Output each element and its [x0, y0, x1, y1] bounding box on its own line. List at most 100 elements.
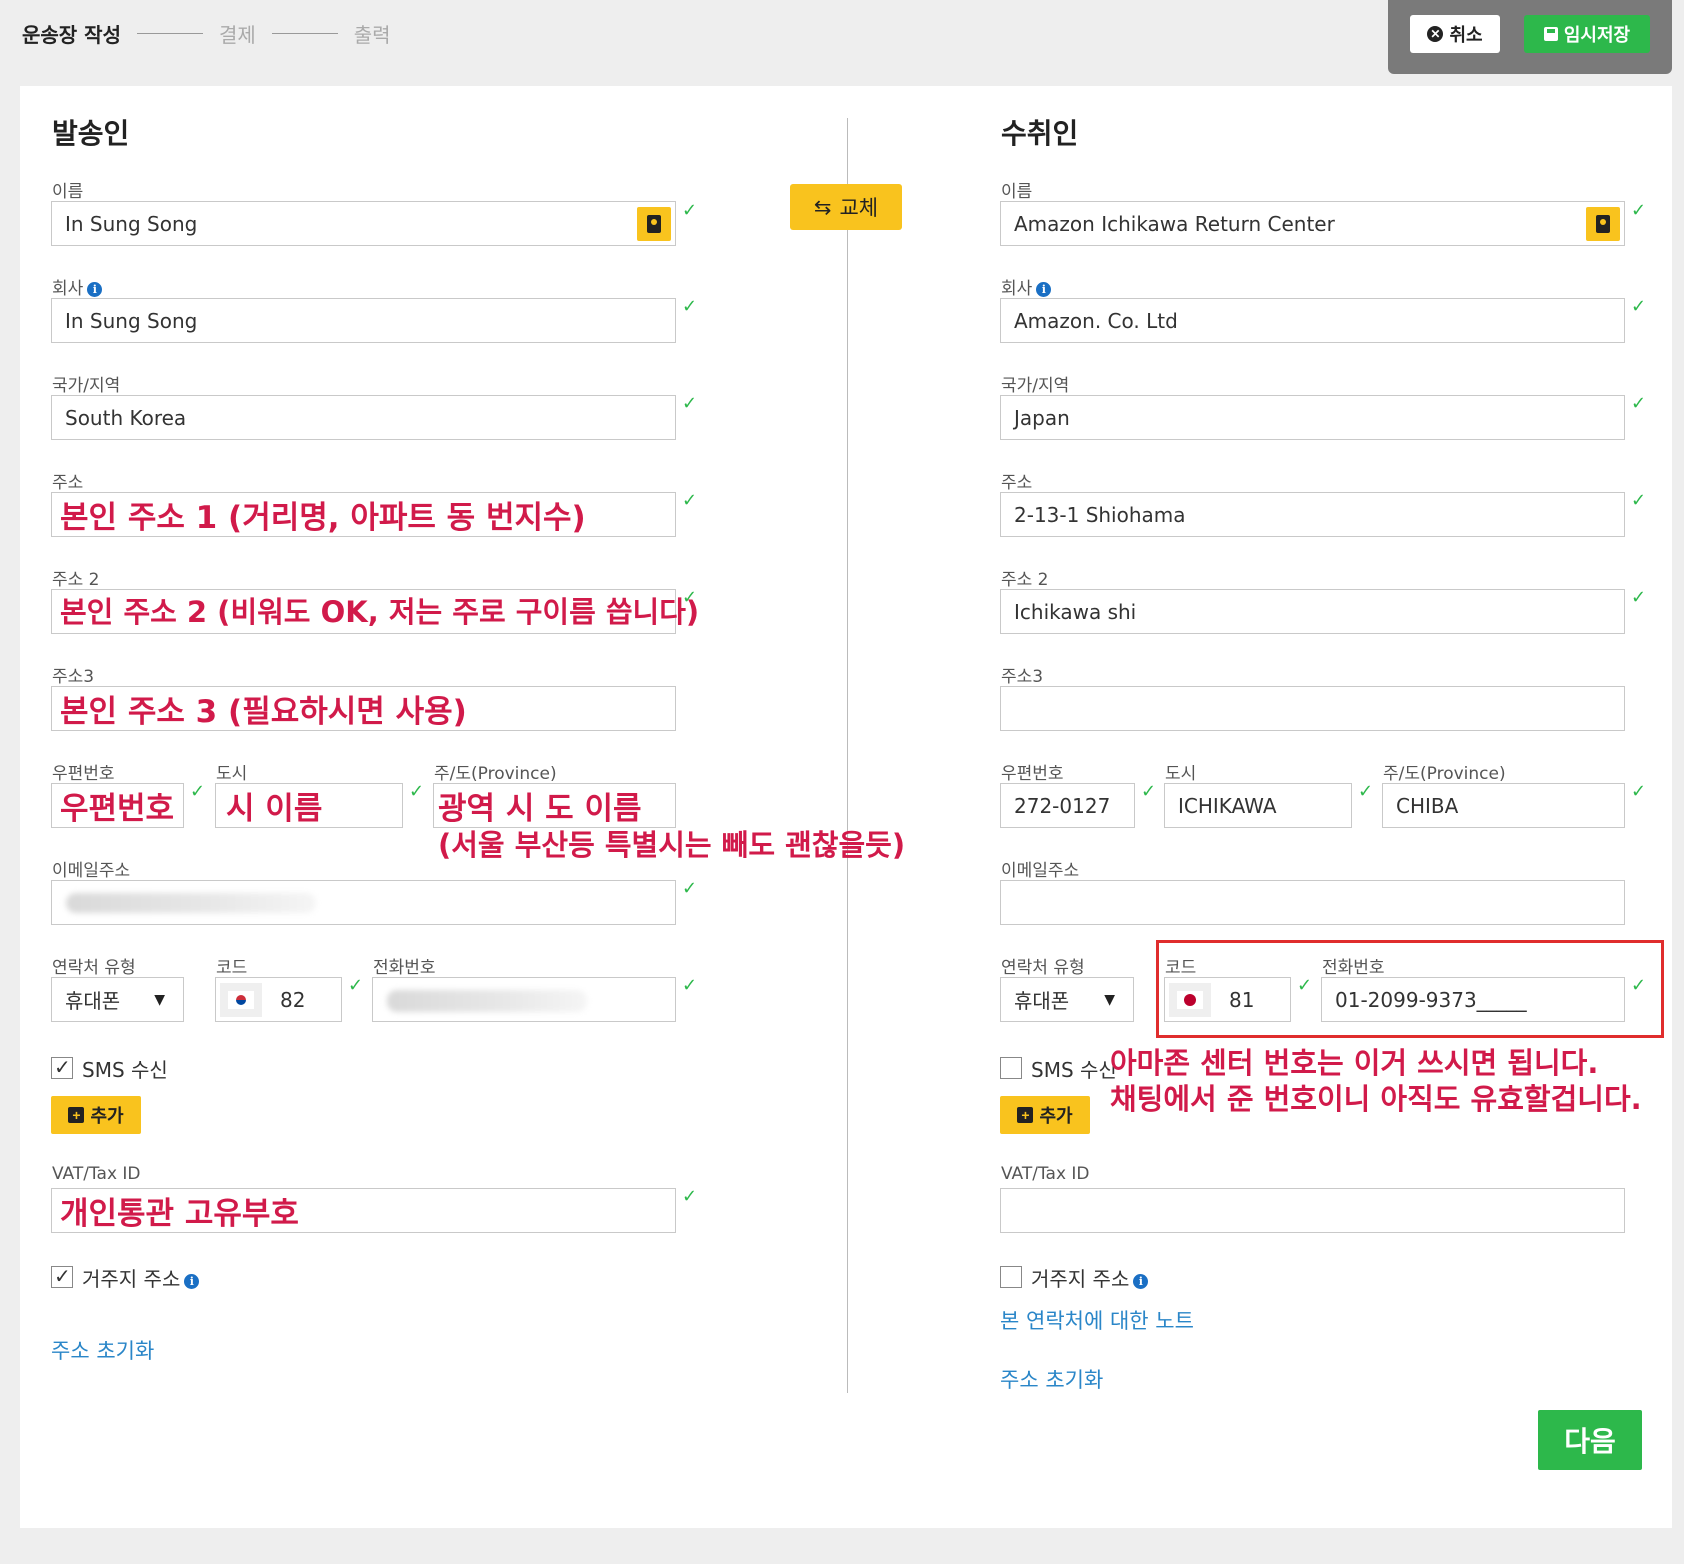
recipient-sms-checkbox[interactable] [1000, 1057, 1022, 1079]
sender-company-label: 회사 i [52, 274, 103, 299]
info-icon[interactable]: i [1133, 1273, 1149, 1289]
recipient-note-link[interactable]: 본 연락처에 대한 노트 [1000, 1305, 1194, 1335]
address-book-icon[interactable] [1586, 207, 1620, 241]
sender-contact-type-label: 연락처 유형 [52, 958, 136, 978]
recipient-postal-field[interactable]: 272-0127 [1000, 783, 1135, 828]
sender-code-label: 코드 [216, 958, 248, 978]
check-icon: ✓ [682, 296, 698, 317]
recipient-address2-field[interactable]: Ichikawa shi [1000, 589, 1625, 634]
sender-reset-link[interactable]: 주소 초기화 [51, 1335, 154, 1365]
recipient-address3-field[interactable] [1000, 686, 1625, 731]
sender-country-field[interactable]: South Korea [51, 395, 676, 440]
swap-button[interactable]: ⇆ 교체 [790, 184, 902, 230]
sender-vat-label: VAT/Tax ID [52, 1164, 141, 1184]
recipient-company-label: 회사 i [1001, 274, 1052, 299]
step-payment: 결제 [218, 22, 256, 47]
recipient-name-label: 이름 [1001, 182, 1033, 202]
sender-sms-checkbox[interactable] [51, 1055, 73, 1079]
recipient-company-field[interactable]: Amazon. Co. Ltd [1000, 298, 1625, 343]
highlight-box [1156, 940, 1664, 1038]
sender-title: 발송인 [52, 117, 130, 150]
annotation-province-note: (서울 부산등 특별시는 빼도 괜찮을듯) [438, 828, 906, 862]
check-icon: ✓ [682, 200, 698, 221]
recipient-contact-type-select[interactable]: 휴대폰 ▼ [1000, 977, 1134, 1022]
recipient-vat-field[interactable] [1000, 1188, 1625, 1233]
recipient-address1-value: 2-13-1 Shiohama [1014, 502, 1186, 527]
step-print: 출력 [353, 22, 391, 47]
check-icon: ✓ [1141, 781, 1157, 802]
recipient-email-field[interactable] [1000, 880, 1625, 925]
check-icon: ✓ [682, 975, 698, 996]
recipient-contact-type-value: 휴대폰 [1014, 989, 1070, 1013]
check-icon: ✓ [1631, 587, 1647, 608]
sender-phone-field[interactable] [372, 977, 676, 1022]
sender-name-label: 이름 [52, 182, 84, 202]
recipient-add-button[interactable]: + 추가 [1000, 1096, 1090, 1134]
sender-name-value: In Sung Song [65, 211, 198, 236]
annotation-vat: 개인통관 고유부호 [60, 1196, 299, 1232]
recipient-name-field[interactable]: Amazon Ichikawa Return Center [1000, 201, 1625, 246]
check-icon: ✓ [1631, 393, 1647, 414]
recipient-city-label: 도시 [1165, 764, 1197, 784]
recipient-company-value: Amazon. Co. Ltd [1014, 308, 1178, 333]
sender-residential-checkbox[interactable] [51, 1264, 73, 1288]
progress-steps: 운송장 작성 결제 출력 [22, 18, 391, 48]
recipient-province-field[interactable]: CHIBA [1382, 783, 1625, 828]
check-icon: ✓ [1631, 781, 1647, 802]
sender-city-label: 도시 [216, 764, 248, 784]
recipient-postal-label: 우편번호 [1001, 764, 1064, 784]
check-icon: ✓ [682, 878, 698, 899]
recipient-country-value: Japan [1014, 405, 1070, 430]
sender-residential-label: 거주지 주소 i [82, 1263, 200, 1292]
recipient-country-label: 국가/지역 [1001, 376, 1070, 396]
annotation-city: 시 이름 [226, 791, 323, 827]
cancel-label: 취소 [1449, 25, 1483, 45]
redacted-phone [387, 990, 587, 1012]
sender-email-label: 이메일주소 [52, 861, 131, 881]
recipient-name-value: Amazon Ichikawa Return Center [1014, 211, 1335, 236]
recipient-residential-checkbox[interactable] [1000, 1266, 1022, 1288]
annotation-amazon-line2: 채팅에서 준 번호이니 아직도 유효할겁니다. [1110, 1082, 1642, 1116]
check-icon: ✓ [348, 975, 364, 996]
recipient-address3-label: 주소3 [1001, 667, 1044, 687]
recipient-email-label: 이메일주소 [1001, 861, 1080, 881]
swap-label: 교체 [839, 197, 879, 220]
sender-phone-label: 전화번호 [373, 958, 436, 978]
sender-sms-label: SMS 수신 [82, 1058, 168, 1082]
save-draft-button[interactable]: 임시저장 [1524, 15, 1650, 53]
annotation-address2: 본인 주소 2 (비워도 OK, 저는 주로 구이름 씁니다) [60, 595, 700, 629]
info-icon[interactable]: i [87, 281, 103, 297]
sender-postal-label: 우편번호 [52, 764, 115, 784]
next-button[interactable]: 다음 [1538, 1410, 1642, 1470]
info-icon[interactable]: i [1036, 281, 1052, 297]
sender-email-field[interactable] [51, 880, 676, 925]
recipient-reset-link[interactable]: 주소 초기화 [1000, 1364, 1103, 1394]
recipient-city-value: ICHIKAWA [1178, 793, 1277, 818]
sender-contact-type-select[interactable]: 휴대폰 ▼ [51, 977, 184, 1022]
recipient-city-field[interactable]: ICHIKAWA [1164, 783, 1352, 828]
recipient-address1-field[interactable]: 2-13-1 Shiohama [1000, 492, 1625, 537]
sender-name-field[interactable]: In Sung Song [51, 201, 676, 246]
dropdown-arrow-icon: ▼ [154, 991, 165, 1008]
sender-company-field[interactable]: In Sung Song [51, 298, 676, 343]
save-icon [1543, 27, 1558, 41]
address-book-icon[interactable] [637, 207, 671, 241]
check-icon: ✓ [409, 781, 425, 802]
info-icon[interactable]: i [184, 1273, 200, 1289]
sender-country-value: South Korea [65, 405, 187, 430]
sender-address1-label: 주소 [52, 473, 84, 493]
sender-add-button[interactable]: + 추가 [51, 1096, 141, 1134]
sender-company-value: In Sung Song [65, 308, 198, 333]
step-divider [271, 32, 338, 34]
check-icon: ✓ [1358, 781, 1374, 802]
cancel-button[interactable]: ✕ 취소 [1410, 15, 1500, 53]
flag-korea-icon[interactable] [220, 983, 262, 1017]
sender-code-field[interactable]: 82 [215, 977, 342, 1022]
recipient-province-label: 주/도(Province) [1383, 764, 1506, 784]
annotation-address1: 본인 주소 1 (거리명, 아파트 동 번지수) [60, 500, 586, 536]
recipient-title: 수취인 [1001, 117, 1079, 150]
check-icon: ✓ [1631, 200, 1647, 221]
dropdown-arrow-icon: ▼ [1104, 991, 1115, 1008]
step-divider [136, 32, 203, 34]
recipient-country-field[interactable]: Japan [1000, 395, 1625, 440]
